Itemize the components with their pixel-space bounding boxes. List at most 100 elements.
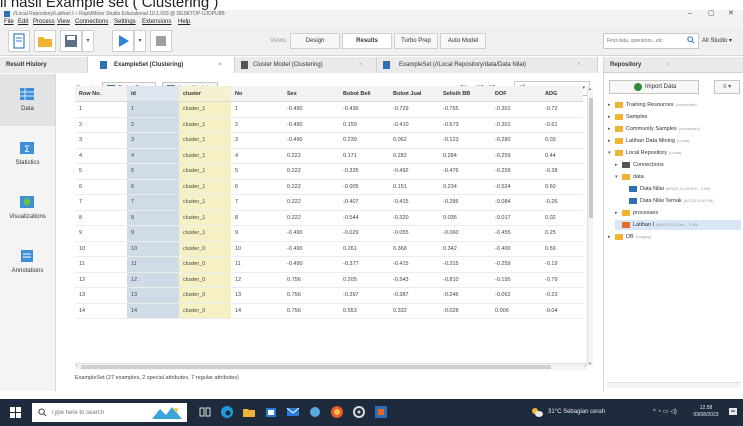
column-header[interactable]: Row No. xyxy=(75,86,127,102)
chevron-right-icon[interactable]: ▸ xyxy=(608,232,611,242)
column-header[interactable]: DOF xyxy=(491,86,541,102)
task-view-icon[interactable] xyxy=(198,405,212,419)
stop-button[interactable] xyxy=(150,30,172,52)
maximize-button[interactable]: ▢ xyxy=(708,10,715,18)
scroll-left-icon[interactable]: ‹ xyxy=(76,363,78,369)
file-explorer-icon[interactable] xyxy=(242,405,256,419)
repository-tree-item[interactable]: ▸ DB (Legacy) xyxy=(608,232,741,242)
nav-statistics[interactable]: Σ Statistics xyxy=(0,128,55,180)
close-tab-icon[interactable]: × xyxy=(577,57,581,73)
browser-icon[interactable] xyxy=(330,405,344,419)
repository-menu-button[interactable]: ≡ ▾ xyxy=(714,80,740,94)
repository-tree-item[interactable]: ▸ processes xyxy=(615,208,741,218)
notification-icon[interactable] xyxy=(728,407,738,417)
windows-start-icon[interactable] xyxy=(10,407,21,418)
chevron-right-icon[interactable]: ▸ xyxy=(608,124,611,134)
chevron-right-icon[interactable]: ▸ xyxy=(615,160,618,170)
chevron-right-icon[interactable]: ▸ xyxy=(608,112,611,122)
repository-tab[interactable]: Repository × xyxy=(604,57,743,73)
nav-data[interactable]: Data xyxy=(0,74,55,126)
taskbar-search-box[interactable] xyxy=(32,403,187,422)
pinned-app-icon[interactable] xyxy=(308,405,322,419)
repository-tree-item[interactable]: ▸ Latihan Data Mining (Local) xyxy=(608,136,741,146)
taskbar-clock[interactable]: 12.58 03/08/2023 xyxy=(688,405,724,419)
save-dropdown[interactable]: ▾ xyxy=(82,30,94,52)
table-row[interactable]: 7 7 cluster_1 7 0.222 -0.407 -0.415 -0.286 -0.08… xyxy=(75,194,583,211)
repository-tree-item[interactable]: Data Nilai Ternak (8/1/23 8:50 PM) xyxy=(622,196,741,206)
taskbar-search-input[interactable] xyxy=(51,406,146,419)
table-row[interactable]: 10 10 cluster_0 10 -0.490 0.261 0.368 0.342 -0.4… xyxy=(75,241,583,257)
table-row[interactable]: 9 9 cluster_1 9 -0.490 -0.029 -0.055 -0.060 -0.4… xyxy=(75,225,583,242)
tab-exampleset-data-nilai[interactable]: ExampleSet (//Local Repository/data/Data… xyxy=(377,57,598,73)
all-studio-dropdown[interactable]: All Studio ▾ xyxy=(702,33,732,49)
chevron-right-icon[interactable]: ▸ xyxy=(608,136,611,146)
table-row[interactable]: 14 14 cluster_0 14 0.756 0.553 0.332 -0.028 0.00… xyxy=(75,303,583,319)
repository-tree-item[interactable]: ▸ Community Samples (connected) xyxy=(608,124,741,134)
weather-text[interactable]: 31°C Sebagian cerah xyxy=(548,399,605,426)
table-row[interactable]: 1 1 cluster_1 1 -0.490 -0.436 -0.729 -0.765 -0.3… xyxy=(75,101,583,118)
menu-process[interactable]: Process xyxy=(33,18,55,27)
chevron-down-icon[interactable]: ▾ xyxy=(608,148,611,158)
scroll-up-icon[interactable]: ▲ xyxy=(588,86,592,91)
chevron-right-icon[interactable]: ▸ xyxy=(615,208,618,218)
perspective-design[interactable]: Design xyxy=(290,33,340,49)
perspective-auto-model[interactable]: Auto Model xyxy=(440,33,486,49)
run-button[interactable] xyxy=(112,30,134,52)
import-data-button[interactable]: Import Data xyxy=(609,80,699,94)
minimize-button[interactable]: – xyxy=(688,10,692,18)
column-header[interactable]: Bobot Jual xyxy=(389,86,439,102)
table-row[interactable]: 6 6 cluster_1 6 0.222 -0.005 0.151 0.234 -0.524 0… xyxy=(75,179,583,195)
edge-browser-icon[interactable] xyxy=(220,405,234,419)
column-header[interactable]: id xyxy=(127,86,179,102)
system-tray-icons[interactable]: ^ ◔ ▭ ◁) xyxy=(653,399,677,426)
menu-edit[interactable]: Edit xyxy=(18,18,28,27)
repository-tree-item[interactable]: Data Nilai (8/3/23 12:46 PM – 4 kB) xyxy=(622,184,741,194)
repository-tree-item[interactable]: ▸ Training Resources (connected) xyxy=(608,100,741,110)
table-row[interactable]: 11 11 cluster_0 11 -0.490 -0.377 -0.415 -0.315-… xyxy=(75,256,583,273)
global-search-input[interactable] xyxy=(604,34,684,48)
open-button[interactable] xyxy=(34,30,56,52)
run-dropdown[interactable]: ▾ xyxy=(134,30,146,52)
repository-tree-item[interactable]: ▾ data xyxy=(615,172,741,182)
table-row[interactable]: 5 5 cluster_1 5 0.222 -0.335 -0.492 -0.476 -0.25… xyxy=(75,163,583,180)
table-horizontal-scrollbar[interactable]: ‹ › xyxy=(75,363,587,370)
save-button[interactable] xyxy=(60,30,82,52)
mail-icon[interactable] xyxy=(286,405,300,419)
table-row[interactable]: 3 3 cluster_1 3 -0.490 0.239 0.062 -0.123 -0.280… xyxy=(75,132,583,149)
menu-extensions[interactable]: Extensions xyxy=(142,18,171,27)
chevron-down-icon[interactable]: ▾ xyxy=(615,172,618,182)
tab-cluster-model[interactable]: Cluster Model (Clustering) × xyxy=(235,57,377,73)
column-header[interactable]: ADG xyxy=(541,86,583,102)
repository-tree-item[interactable]: Latihan I (8/3/23 8:20 AM – 2 kB) xyxy=(615,220,741,230)
column-header[interactable]: Bobot Beli xyxy=(339,86,389,102)
rapidminer-taskbar-icon[interactable] xyxy=(374,405,388,419)
menu-file[interactable]: File xyxy=(4,18,14,27)
repository-tree-item[interactable]: ▾ Local Repository (Local) xyxy=(608,148,741,158)
table-row[interactable]: 13 13 cluster_0 13 0.756 -0.397 -0.387 -0.246 -0… xyxy=(75,287,583,304)
global-search-field[interactable] xyxy=(603,33,699,49)
store-icon[interactable] xyxy=(264,405,278,419)
new-process-button[interactable] xyxy=(8,30,30,52)
menu-settings[interactable]: Settings xyxy=(114,18,136,27)
repository-tree-item[interactable]: ▸ Connections xyxy=(615,160,741,170)
close-tab-icon[interactable]: × xyxy=(666,57,670,73)
settings-gear-icon[interactable] xyxy=(352,405,366,419)
table-row[interactable]: 4 4 cluster_1 4 0.222 0.171 0.282 0.284 -0.259 0.… xyxy=(75,148,583,164)
scroll-down-icon[interactable]: ▼ xyxy=(588,361,592,366)
repository-scrollbar[interactable] xyxy=(607,382,741,388)
chevron-right-icon[interactable]: ▸ xyxy=(608,100,611,110)
nav-annotations[interactable]: Annotations xyxy=(0,236,55,288)
column-header[interactable]: Selisih BB xyxy=(439,86,491,102)
table-vertical-scrollbar[interactable]: ▲ ▼ xyxy=(587,86,593,366)
tab-exampleset-clustering[interactable]: ExampleSet (Clustering) × xyxy=(88,57,235,73)
result-history-tab[interactable]: Result History xyxy=(0,57,88,73)
menu-connections[interactable]: Connections xyxy=(75,18,108,27)
table-row[interactable]: 8 8 cluster_1 8 0.222 -0.544 -0.320 0.036 -0.017… xyxy=(75,210,583,226)
close-tab-icon[interactable]: × xyxy=(218,57,222,73)
scrollbar-thumb[interactable] xyxy=(589,98,593,218)
perspective-turbo-prep[interactable]: Turbo Prep xyxy=(394,33,438,49)
menu-help[interactable]: Help xyxy=(178,18,190,27)
close-tab-icon[interactable]: × xyxy=(359,57,363,73)
nav-visualizations[interactable]: Visualizations xyxy=(0,182,55,234)
column-header[interactable]: Sex xyxy=(283,86,339,102)
